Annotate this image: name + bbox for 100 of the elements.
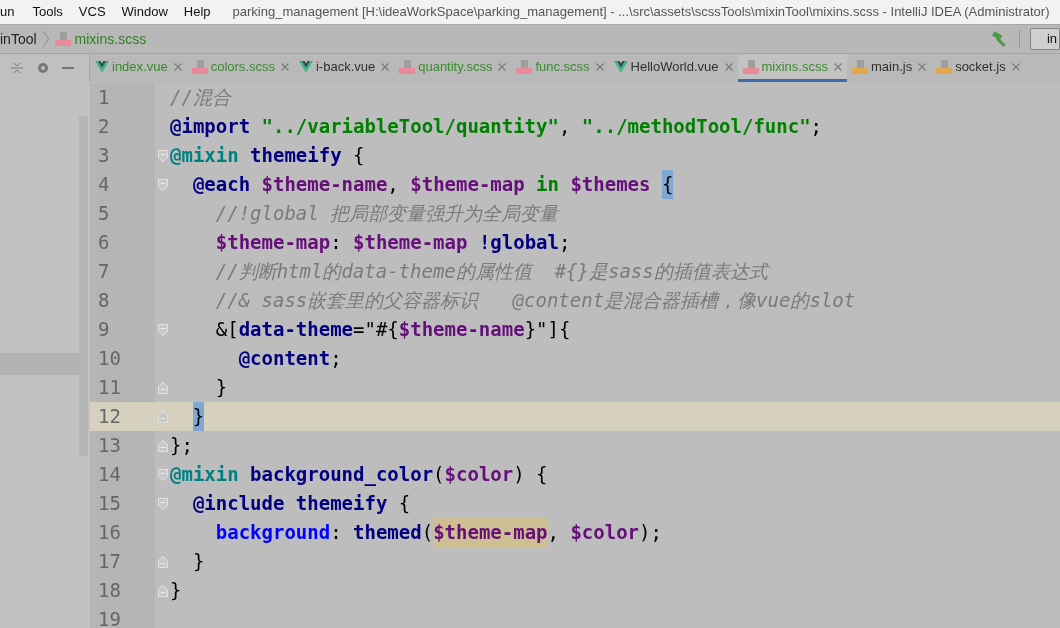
close-icon[interactable] bbox=[498, 62, 507, 71]
code-text: ) { bbox=[513, 462, 548, 487]
line-number: 10 bbox=[98, 347, 121, 369]
code-text: ); bbox=[639, 520, 662, 545]
settings-icon[interactable] bbox=[36, 61, 50, 75]
run-config-dropdown[interactable]: in bbox=[1030, 28, 1060, 50]
code-text: ; bbox=[558, 230, 571, 255]
fold-icon[interactable] bbox=[157, 497, 168, 510]
window-title: parking_management [H:\ideaWorkSpace\parking_management] - ...\src\assets\scssTools\mixinTool\mixins.scss - IntelliJ IDEA (Administrator) bbox=[232, 3, 1050, 22]
collapse-icon[interactable] bbox=[10, 61, 24, 75]
close-icon[interactable] bbox=[381, 62, 390, 71]
sass-file-icon bbox=[399, 59, 416, 74]
close-icon[interactable] bbox=[1011, 62, 1020, 71]
code-string: "../variableTool/quantity" bbox=[261, 114, 559, 139]
line-number: 12 bbox=[98, 405, 121, 427]
js-file-icon bbox=[851, 59, 868, 74]
code-text: ( bbox=[421, 520, 434, 545]
code-text: ; bbox=[330, 346, 342, 371]
code-comment: //!global 把局部变量强升为全局变量 bbox=[214, 201, 559, 226]
fold-icon[interactable] bbox=[157, 149, 168, 162]
menu-item[interactable]: Help bbox=[175, 2, 219, 22]
line-number: 14 bbox=[98, 463, 121, 485]
code-identifier: !global bbox=[478, 230, 559, 255]
editor-tab[interactable]: main.js bbox=[846, 54, 932, 82]
close-icon[interactable] bbox=[918, 62, 927, 71]
fold-icon[interactable] bbox=[157, 323, 168, 336]
code-keyword: @mixin bbox=[170, 143, 240, 168]
fold-icon[interactable] bbox=[157, 178, 168, 191]
code-text: : bbox=[330, 230, 343, 255]
fold-icon[interactable] bbox=[157, 584, 168, 597]
close-icon[interactable] bbox=[595, 62, 604, 71]
code-variable: $theme-name bbox=[261, 172, 388, 197]
code-variable: $color bbox=[444, 462, 514, 487]
code-variable: $theme-map bbox=[214, 230, 331, 255]
code-text: , bbox=[558, 114, 572, 139]
chevron-icon bbox=[42, 31, 49, 47]
line-number: 16 bbox=[98, 521, 121, 543]
code-text: } bbox=[170, 578, 182, 603]
code-keyword: @each bbox=[191, 172, 252, 197]
code-text: { bbox=[661, 170, 674, 199]
close-icon[interactable] bbox=[724, 62, 733, 71]
sass-file-icon bbox=[516, 59, 533, 74]
fold-icon[interactable] bbox=[157, 381, 168, 394]
menu-item[interactable]: Tools bbox=[24, 2, 71, 22]
code-text: } bbox=[191, 549, 205, 574]
editor-tab[interactable]: socket.js bbox=[931, 54, 1025, 82]
code-comment: //判断html的data-theme的属性值 #{}是sass的插值表达式 bbox=[214, 259, 768, 284]
code-comment: //& sass嵌套里的父容器标识 @content是混合器插槽，像vue的slot bbox=[214, 288, 856, 313]
code-variable: $theme-map bbox=[410, 172, 526, 197]
vue-icon bbox=[613, 60, 628, 73]
close-icon[interactable] bbox=[833, 62, 842, 71]
close-icon[interactable] bbox=[173, 62, 182, 71]
vue-icon bbox=[95, 60, 109, 73]
code-keyword: in bbox=[536, 172, 560, 197]
breadcrumb-item[interactable]: inTool bbox=[0, 28, 37, 50]
menu-item[interactable]: VCS bbox=[70, 2, 114, 22]
line-number: 3 bbox=[98, 144, 110, 166]
editor-tab[interactable]: i-back.vue bbox=[293, 54, 395, 82]
line-number: 17 bbox=[98, 550, 121, 572]
code-text: } bbox=[192, 402, 205, 431]
menu-item[interactable]: un bbox=[0, 2, 25, 22]
js-file-icon bbox=[936, 59, 953, 74]
line-number: 7 bbox=[98, 260, 110, 282]
code-text: , bbox=[547, 520, 560, 545]
line-number: 13 bbox=[98, 434, 121, 456]
fold-icon[interactable] bbox=[157, 468, 168, 481]
code-property: background bbox=[214, 520, 331, 545]
code-text: ; bbox=[810, 114, 823, 139]
code-text: &[ bbox=[214, 317, 239, 342]
menu-item[interactable]: Window bbox=[113, 2, 176, 22]
sass-file-icon bbox=[191, 59, 208, 74]
fold-icon[interactable] bbox=[157, 439, 168, 452]
code-text: : bbox=[330, 520, 343, 545]
code-identifier: themeify bbox=[250, 143, 342, 168]
line-number: 19 bbox=[98, 608, 121, 628]
line-number: 1 bbox=[98, 86, 110, 108]
code-text: ( bbox=[433, 462, 445, 487]
code-string: "../methodTool/func" bbox=[581, 114, 811, 139]
sass-file-icon bbox=[742, 59, 759, 74]
editor-tab[interactable]: HelloWorld.vue bbox=[608, 54, 738, 82]
code-variable: $theme-map bbox=[433, 518, 548, 547]
code-keyword: @include bbox=[191, 491, 286, 516]
vue-icon bbox=[298, 60, 313, 73]
line-number: 9 bbox=[98, 318, 110, 340]
code-text: } bbox=[214, 375, 228, 400]
code-keyword: @mixin bbox=[170, 462, 240, 487]
code-text: }"]{ bbox=[524, 317, 571, 342]
code-text: { bbox=[397, 491, 411, 516]
line-number: 18 bbox=[98, 579, 121, 601]
line-number: 2 bbox=[98, 115, 110, 137]
code-identifier: themeify bbox=[295, 491, 388, 516]
line-number: 11 bbox=[98, 376, 121, 398]
code-identifier: themed bbox=[353, 520, 422, 545]
line-number: 6 bbox=[98, 231, 110, 253]
code-text: ="#{ bbox=[353, 317, 399, 342]
line-number: 8 bbox=[98, 289, 110, 311]
code-variable: $themes bbox=[570, 172, 652, 197]
fold-icon[interactable] bbox=[157, 555, 168, 568]
fold-icon[interactable] bbox=[157, 410, 168, 423]
close-icon[interactable] bbox=[280, 62, 289, 71]
